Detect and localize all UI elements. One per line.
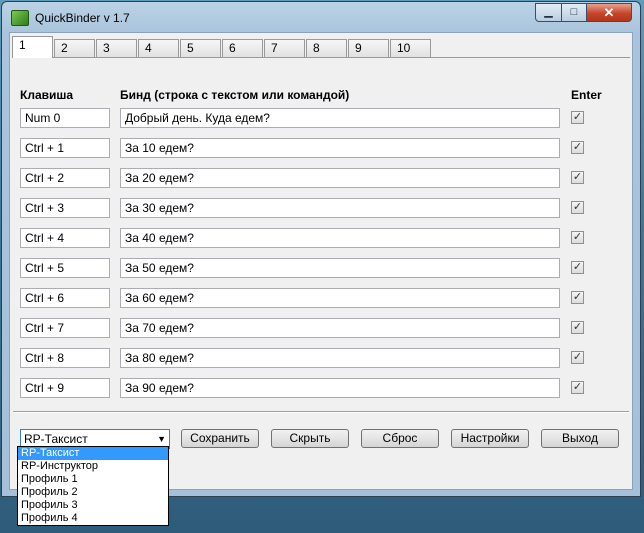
bind-input[interactable]: За 90 едем? [120, 378, 560, 398]
enter-checkbox[interactable]: ✓ [571, 261, 584, 274]
tab-10[interactable]: 10 [390, 39, 431, 57]
tab-3[interactable]: 3 [96, 39, 137, 57]
tab-strip: 1 2 3 4 5 6 7 8 9 10 [12, 36, 432, 58]
key-input[interactable]: Ctrl + 6 [20, 288, 110, 308]
maximize-button[interactable]: □ [561, 3, 587, 22]
enter-checkbox[interactable]: ✓ [571, 171, 584, 184]
save-button[interactable]: Сохранить [181, 429, 259, 448]
bind-input[interactable]: За 50 едем? [120, 258, 560, 278]
profile-option[interactable]: Профиль 1 [18, 473, 168, 486]
tab-8[interactable]: 8 [306, 39, 347, 57]
close-icon: ✕ [603, 5, 615, 20]
key-input[interactable]: Ctrl + 3 [20, 198, 110, 218]
bind-input[interactable]: Добрый день. Куда едем? [120, 108, 560, 128]
separator [13, 411, 629, 413]
key-input[interactable]: Ctrl + 1 [20, 138, 110, 158]
app-icon [11, 10, 29, 26]
profile-option[interactable]: RP-Таксист [18, 447, 168, 460]
tab-2[interactable]: 2 [54, 39, 95, 57]
enter-column-header: Enter [571, 88, 602, 102]
close-button[interactable]: ✕ [586, 3, 632, 22]
enter-checkbox[interactable]: ✓ [571, 351, 584, 364]
bind-input[interactable]: За 30 едем? [120, 198, 560, 218]
tab-1[interactable]: 1 [12, 36, 53, 58]
bind-input[interactable]: За 20 едем? [120, 168, 560, 188]
key-input[interactable]: Ctrl + 9 [20, 378, 110, 398]
window-title: QuickBinder v 1.7 [35, 11, 130, 25]
key-input[interactable]: Ctrl + 7 [20, 318, 110, 338]
client-area: 1 2 3 4 5 6 7 8 9 10 Клавиша Бинд (строка с текст… [9, 32, 633, 490]
minimize-icon: ▁ [544, 6, 553, 18]
bind-input[interactable]: За 10 едем? [120, 138, 560, 158]
enter-checkbox[interactable]: ✓ [571, 321, 584, 334]
profile-dropdown-list: RP-Таксист RP-Инструктор Профиль 1 Профиль … [17, 446, 169, 526]
enter-checkbox[interactable]: ✓ [571, 201, 584, 214]
enter-checkbox[interactable]: ✓ [571, 381, 584, 394]
tab-7[interactable]: 7 [264, 39, 305, 57]
bind-input[interactable]: За 70 едем? [120, 318, 560, 338]
title-bar[interactable]: QuickBinder v 1.7 ▁ □ ✕ [2, 2, 640, 32]
bind-input[interactable]: За 80 едем? [120, 348, 560, 368]
reset-button[interactable]: Сброс [361, 429, 439, 448]
key-column-header: Клавиша [20, 88, 74, 102]
enter-checkbox[interactable]: ✓ [571, 141, 584, 154]
key-input[interactable]: Ctrl + 8 [20, 348, 110, 368]
tab-5[interactable]: 5 [180, 39, 221, 57]
app-window: QuickBinder v 1.7 ▁ □ ✕ 1 2 3 4 5 6 7 8 9 10 Клав… [1, 1, 641, 497]
tab-4[interactable]: 4 [138, 39, 179, 57]
tab-6[interactable]: 6 [222, 39, 263, 57]
enter-checkbox[interactable]: ✓ [571, 291, 584, 304]
enter-checkbox[interactable]: ✓ [571, 231, 584, 244]
hide-button[interactable]: Скрыть [271, 429, 349, 448]
settings-button[interactable]: Настройки [451, 429, 529, 448]
profile-option[interactable]: Профиль 2 [18, 486, 168, 499]
exit-button[interactable]: Выход [541, 429, 619, 448]
bind-input[interactable]: За 60 едем? [120, 288, 560, 308]
minimize-button[interactable]: ▁ [535, 3, 562, 22]
profile-option[interactable]: Профиль 3 [18, 499, 168, 512]
maximize-icon: □ [570, 6, 578, 18]
key-input[interactable]: Ctrl + 2 [20, 168, 110, 188]
enter-checkbox[interactable]: ✓ [571, 111, 584, 124]
key-input[interactable]: Ctrl + 5 [20, 258, 110, 278]
key-input[interactable]: Num 0 [20, 108, 110, 128]
key-input[interactable]: Ctrl + 4 [20, 228, 110, 248]
bind-input[interactable]: За 40 едем? [120, 228, 560, 248]
profile-option[interactable]: RP-Инструктор [18, 460, 168, 473]
tab-9[interactable]: 9 [348, 39, 389, 57]
bind-column-header: Бинд (строка с текстом или командой) [120, 88, 350, 102]
profile-option[interactable]: Профиль 4 [18, 512, 168, 525]
profile-select-value: RP-Таксист [24, 432, 88, 446]
